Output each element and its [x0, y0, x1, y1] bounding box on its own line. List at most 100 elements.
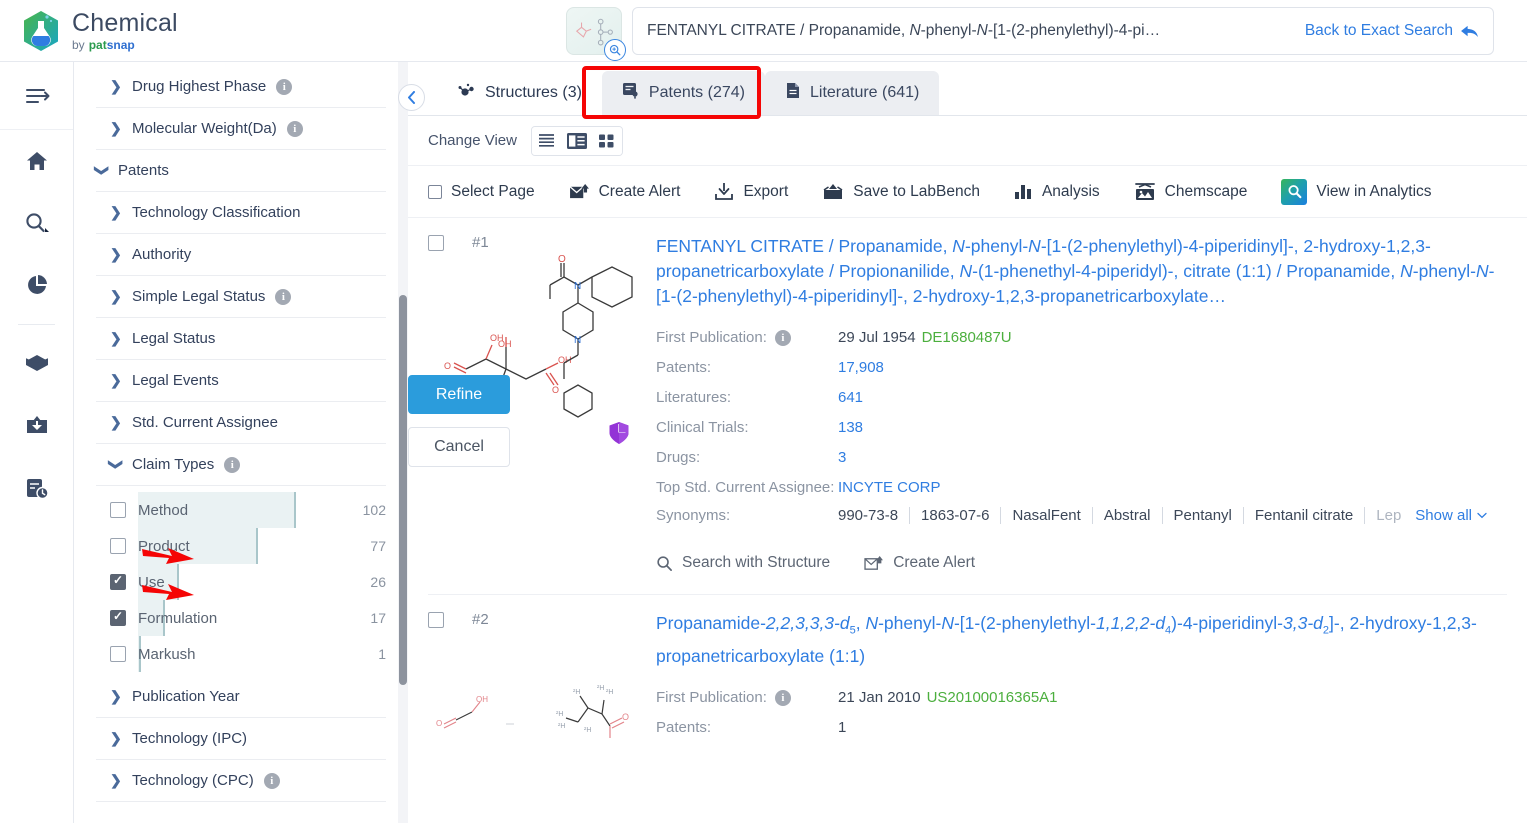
result-2-title[interactable]: Propanamide-2,2,3,3,3-d5, N-phenyl-N-[1-…: [656, 611, 1503, 669]
result-1-actions: Search with Structure Create Alert: [656, 554, 1503, 572]
result-2-checkbox[interactable]: [428, 611, 444, 628]
claim-type-item[interactable]: Formulation 17: [110, 600, 386, 636]
create-alert-label: Create Alert: [598, 182, 681, 200]
result-field-value[interactable]: 3: [838, 443, 846, 473]
rail-item-analytics[interactable]: [0, 254, 73, 316]
select-page-button[interactable]: Select Page: [428, 183, 535, 201]
filter-row-patents[interactable]: Patents: [96, 150, 386, 192]
result-1-checkbox[interactable]: [428, 234, 444, 251]
tab-patents[interactable]: Patents (274): [601, 71, 765, 115]
claim-type-checkbox[interactable]: [110, 609, 126, 626]
field-label-text: First Publication:: [656, 688, 767, 706]
result-row-1: #1 O OH OH O OH N N O FENTANYL CITRATE /…: [408, 218, 1527, 572]
publication-number[interactable]: DE1680487U: [922, 329, 1012, 346]
claim-type-checkbox[interactable]: [110, 502, 126, 518]
chevron-right-icon: [110, 246, 122, 263]
result-2-index: #2: [472, 611, 489, 628]
result-field-value[interactable]: 17,908: [838, 353, 884, 383]
refine-button[interactable]: Refine: [408, 375, 510, 414]
result-1-structure-image[interactable]: O OH OH O OH N N O: [428, 251, 656, 451]
export-button[interactable]: Export: [714, 182, 788, 201]
show-all-synonyms-button[interactable]: Show all: [1415, 507, 1487, 524]
structure-draw-button[interactable]: [566, 7, 626, 61]
filter-row-claim-types[interactable]: Claim Types i: [96, 444, 386, 486]
claim-type-checkbox[interactable]: [110, 646, 126, 662]
list-view-button[interactable]: [531, 126, 562, 155]
structure-zoom-icon[interactable]: [604, 39, 626, 61]
result-field-value[interactable]: 641: [838, 383, 863, 413]
claim-type-item[interactable]: Product 77: [110, 528, 386, 564]
filter-row-legal-status[interactable]: Legal Status: [96, 318, 386, 360]
rail-item-home[interactable]: [0, 130, 73, 192]
save-to-labbench-button[interactable]: Save to LabBench: [822, 183, 980, 201]
sidebar-scrollbar-thumb[interactable]: [399, 295, 407, 685]
filter-row-molecular-weight-da[interactable]: Molecular Weight(Da) i: [96, 108, 386, 150]
literature-icon: [785, 82, 801, 104]
rail-item-menu[interactable]: [0, 62, 73, 130]
rail-item-package[interactable]: [0, 333, 73, 395]
analytics-pie-icon: [27, 275, 47, 294]
search-input[interactable]: FENTANYL CITRATE / Propanamide, N-phenyl…: [632, 7, 1494, 55]
info-icon[interactable]: i: [774, 689, 791, 706]
analysis-button[interactable]: Analysis: [1014, 183, 1100, 201]
rail-item-inbox-upload[interactable]: [0, 395, 73, 457]
select-page-checkbox[interactable]: [428, 184, 442, 199]
filter-row-technology-classification[interactable]: Technology Classification: [96, 192, 386, 234]
synonym-item: Pentanyl: [1163, 507, 1244, 524]
svg-text:²H: ²H: [573, 689, 580, 696]
claim-type-item[interactable]: Method 102: [110, 492, 386, 528]
claim-type-item[interactable]: Use 26: [110, 564, 386, 600]
claim-type-item[interactable]: Markush 1: [110, 636, 386, 672]
tab-structures[interactable]: Structures (3): [436, 71, 602, 115]
search-with-structure-button[interactable]: Search with Structure: [656, 554, 830, 572]
publication-number[interactable]: US20100016365A1: [927, 689, 1058, 706]
main-panel: Structures (3) Patents (274) Literature (6…: [408, 62, 1527, 823]
claim-type-count: 26: [370, 574, 386, 590]
back-to-exact-search-link[interactable]: Back to Exact Search: [1305, 22, 1479, 40]
info-icon[interactable]: i: [224, 456, 241, 473]
info-icon[interactable]: i: [774, 330, 791, 346]
tab-literature[interactable]: Literature (641): [764, 71, 940, 115]
result-field-label: Clinical Trials:: [656, 413, 838, 443]
tab-label: Patents (274): [648, 84, 745, 101]
rail-item-history-report[interactable]: [0, 457, 73, 519]
search-cluster: FENTANYL CITRATE / Propanamide, N-phenyl…: [566, 7, 1494, 61]
claim-type-label: Product: [138, 537, 190, 555]
svg-text:OH: OH: [476, 695, 488, 704]
filter-row-technology-ipc[interactable]: Technology (IPC): [96, 718, 386, 760]
result-field-value[interactable]: INCYTE CORP: [838, 473, 941, 503]
filter-row-technology-cpc[interactable]: Technology (CPC) i: [96, 760, 386, 802]
info-icon[interactable]: i: [286, 120, 303, 137]
view-in-analytics-button[interactable]: View in Analytics: [1281, 178, 1432, 205]
filter-row-authority[interactable]: Authority: [96, 234, 386, 276]
result-field-label: Top Std. Current Assignee:: [656, 473, 838, 503]
result-2-structure-image[interactable]: O OH ²H ²H ²H ²H ²H ²H O: [428, 628, 656, 738]
result-1-title[interactable]: FENTANYL CITRATE / Propanamide, N-phenyl…: [656, 234, 1503, 309]
info-icon[interactable]: i: [276, 78, 293, 95]
svg-text:N: N: [574, 281, 581, 292]
result-1-create-alert-button[interactable]: Create Alert: [864, 554, 975, 572]
collapse-sidebar-button[interactable]: [398, 84, 425, 111]
filter-row-drug-highest-phase[interactable]: Drug Highest Phase i: [96, 66, 386, 108]
claim-type-checkbox[interactable]: [110, 573, 126, 590]
detail-view-button[interactable]: [561, 126, 592, 155]
filter-row-legal-events[interactable]: Legal Events: [96, 360, 386, 402]
info-icon[interactable]: i: [263, 772, 280, 789]
cancel-button[interactable]: Cancel: [408, 427, 510, 467]
chevron-right-icon: [110, 688, 122, 705]
rail-item-search[interactable]: [0, 192, 73, 254]
filter-row-label: Std. Current Assignee: [132, 414, 278, 431]
brand-logo[interactable]: Chemical by patsnap: [22, 10, 322, 52]
chemscape-button[interactable]: Chemscape: [1134, 183, 1247, 201]
result-field-value[interactable]: 138: [838, 413, 863, 443]
filter-row-simple-legal-status[interactable]: Simple Legal Status i: [96, 276, 386, 318]
grid-view-icon: [599, 134, 614, 147]
filter-row-publication-year[interactable]: Publication Year: [96, 676, 386, 718]
create-alert-button[interactable]: Create Alert: [569, 182, 681, 201]
info-icon[interactable]: i: [275, 288, 292, 305]
filter-row-std-current-assignee[interactable]: Std. Current Assignee: [96, 402, 386, 444]
claim-type-checkbox[interactable]: [110, 538, 126, 554]
grid-view-button[interactable]: [591, 126, 622, 155]
filter-row-label: Publication Year: [132, 688, 240, 705]
view-mode-group: [530, 125, 623, 156]
